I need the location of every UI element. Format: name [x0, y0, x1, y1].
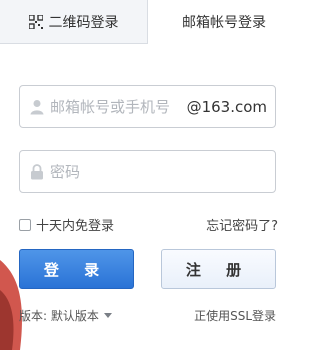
login-button[interactable]: 登 录	[19, 249, 134, 289]
tab-qr-label: 二维码登录	[48, 14, 119, 31]
chevron-down-icon	[103, 313, 112, 318]
version-label: 版本: 默认版本	[19, 309, 99, 323]
version-selector[interactable]: 版本: 默认版本	[19, 307, 112, 324]
user-icon	[30, 99, 44, 115]
tab-qr-login[interactable]: 二维码登录	[0, 0, 148, 44]
tab-mail-label: 邮箱帐号登录	[182, 15, 266, 31]
remember-checkbox[interactable]	[19, 218, 31, 231]
ssl-login-status[interactable]: 正使用SSL登录	[194, 307, 276, 324]
email-input[interactable]	[50, 94, 200, 120]
login-tabs: 二维码登录 邮箱帐号登录	[0, 0, 300, 44]
forgot-password-link[interactable]: 忘记密码了?	[206, 215, 278, 234]
register-button[interactable]: 注 册	[161, 249, 276, 289]
decorative-swoosh	[0, 260, 22, 350]
email-field: @163.com	[19, 85, 276, 128]
password-input[interactable]	[50, 159, 200, 185]
remember-label: 十天内免登录	[36, 219, 115, 234]
password-field	[19, 150, 276, 193]
remember-me[interactable]: 十天内免登录	[19, 215, 114, 234]
email-domain-suffix: @163.com	[186, 98, 267, 116]
tab-mail-login[interactable]: 邮箱帐号登录	[148, 0, 300, 44]
qr-code-icon	[28, 14, 43, 29]
lock-icon	[30, 164, 44, 180]
